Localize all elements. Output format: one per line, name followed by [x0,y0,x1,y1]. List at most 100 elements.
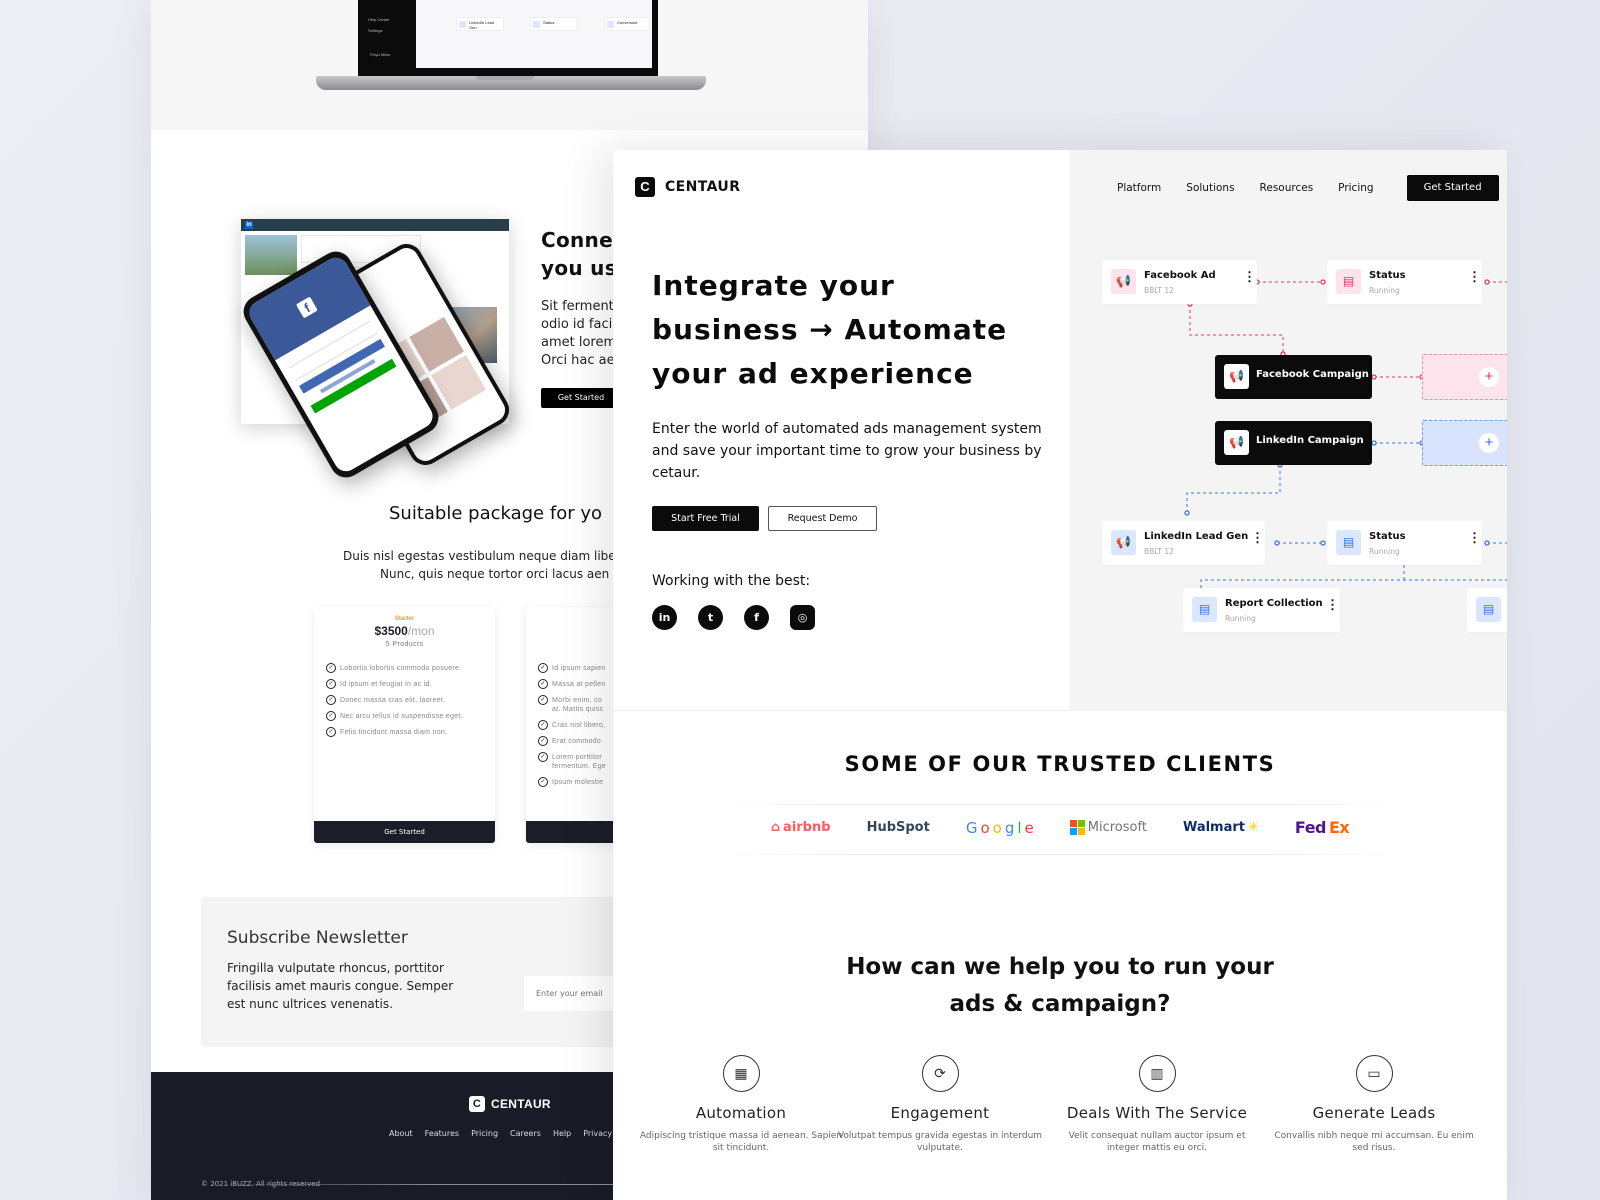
footer-link-about[interactable]: About [389,1129,413,1138]
check-circle-icon: ✓ [326,695,336,705]
footer-link-pricing[interactable]: Pricing [471,1129,498,1138]
more-options-icon[interactable]: ⋮ [1468,270,1481,283]
megaphone-icon: 📢 [1111,530,1136,555]
walmart-logo: Walmart ✳ [1182,820,1259,835]
check-circle-icon: ✓ [538,695,548,705]
more-options-icon[interactable]: ⋮ [1326,598,1339,611]
facebook-logo-icon: f [295,296,318,319]
airbnb-logo: ⌂ airbnb [770,820,831,835]
connect-get-started-button[interactable]: Get Started [541,388,621,408]
flow-node-status-2[interactable]: ▤ Status Running ⋮ [1327,521,1482,565]
feature-engagement: ⟳ Engagement Volutpat tempus gravida ege… [835,1055,1045,1154]
footer-link-help[interactable]: Help [553,1129,571,1138]
social-links: in t f ◎ [652,605,815,630]
plan-feature: ✓ Felis tincidunt massa diam non. [326,727,495,737]
plan-product-count: 5 Products [385,641,424,648]
status-icon: ▤ [1336,269,1361,294]
plan-get-started-button[interactable]: Get Started [314,821,495,843]
archive-icon: ▭ [1355,1055,1393,1092]
help-heading: How can we help you to run your ads & ca… [846,954,1274,1017]
footer-link-careers[interactable]: Careers [510,1129,541,1138]
megaphone-icon: 📢 [1224,430,1249,455]
request-demo-button[interactable]: Request Demo [768,506,877,531]
plan-feature: ✓ Lorem porttitor fermentum. Ege [538,752,608,771]
laptop-sidebar-item: Help Center [368,17,390,22]
newsletter-description: Fringilla vulputate rhoncus, porttitor f… [227,961,454,1011]
flow-node-status[interactable]: ▤ Status Running ⋮ [1327,260,1482,304]
plus-icon[interactable]: + [1479,367,1499,387]
add-step-slot-blue[interactable]: + [1422,420,1507,466]
linkedin-logo-icon: in [245,221,253,229]
laptop-sidebar: Help Center Settings Floyd Miles [358,0,416,70]
footer-copyright: © 2021 iBUZZ. All rights reserved [201,1180,321,1188]
plan-tier: Starter [394,616,415,622]
plan-feature: ✓ Lobortis lobortis commodo posuere. [326,663,495,673]
flow-node-status-3[interactable]: ▤ St Ru [1467,588,1507,632]
brand-logo[interactable]: C CENTAUR [635,177,740,197]
microsoft-icon [1069,820,1085,835]
centaur-logo-icon: C [469,1096,485,1112]
twitter-icon[interactable]: t [698,605,723,630]
flow-node-linkedin-lead-gen[interactable]: 📢 LinkedIn Lead Gen BBLT 12 ⋮ [1102,521,1265,565]
hero-description: Enter the world of automated ads managem… [652,421,1042,481]
microsoft-logo: Microsoft [1069,820,1147,835]
hero-divider [613,710,1507,711]
facebook-icon[interactable]: f [744,605,769,630]
more-options-icon[interactable]: ⋮ [1468,531,1481,544]
add-step-slot-pink[interactable]: + [1422,354,1507,400]
plan-price: $3500/mon [374,624,435,638]
flow-node-facebook-campaign[interactable]: 📢 Facebook Campaign [1215,355,1372,399]
footer-brand: C CENTAUR [469,1096,551,1112]
footer-links: About Features Pricing Careers Help Priv… [389,1129,612,1138]
clients-divider-top [713,804,1407,805]
newsletter-heading: Subscribe Newsletter [227,928,408,948]
feature-generate-leads: ▭ Generate Leads Convallis nibh neque mi… [1269,1055,1479,1154]
centaur-logo-icon: C [635,177,655,197]
plan-feature: ✓ Morbi enim, co at. Mattis quisc [538,695,608,714]
client-logos: ⌂ airbnb HubSpot Google Microsoft Walmart… [613,818,1507,837]
laptop-base [316,76,706,90]
walmart-spark-icon: ✳ [1248,820,1259,835]
flow-node-report-collection[interactable]: ▤ Report Collection Running ⋮ [1183,588,1340,632]
check-circle-icon: ✓ [538,663,548,673]
check-circle-icon: ✓ [538,720,548,730]
building-icon: ▦ [722,1055,760,1092]
linkedin-icon[interactable]: in [652,605,677,630]
pricing-card-starter: Starter $3500/mon 5 Products ✓ Lobortis l… [314,607,495,843]
more-options-icon[interactable]: ⋮ [1243,270,1256,283]
fedex-logo: Fed Ex [1294,818,1350,837]
feature-automation: ▦ Automation Adipiscing tristique massa … [636,1055,846,1154]
megaphone-icon: 📢 [1224,364,1249,389]
footer-link-privacy[interactable]: Privacy [583,1129,612,1138]
check-circle-icon: ✓ [326,727,336,737]
laptop-flow-node: Status [530,17,578,31]
laptop-screen: Help Center Settings Floyd Miles LinkedI… [358,0,658,78]
check-circle-icon: ✓ [538,679,548,689]
check-circle-icon: ✓ [538,752,548,762]
laptop-flow-node: Conversion [604,17,650,31]
check-circle-icon: ✓ [538,777,548,787]
plan-feature: ✓ Id ipsum et feugiat in ac id. [326,679,495,689]
plan-feature: ✓ Donec massa cras elit, laoreet. [326,695,495,705]
partners-label: Working with the best: [652,573,811,589]
plan-feature-list: ✓ Lobortis lobortis commodo posuere. ✓ Id … [326,663,495,737]
plus-icon[interactable]: + [1479,433,1499,453]
laptop-sidebar-item: Settings [368,28,383,33]
plan-feature: ✓ Nec arcu tellus id suspendisse eget. [326,711,495,721]
automation-flow-diagram: 📢 Facebook Ad BBLT 12 ⋮ ▤ Status Running… [1069,150,1507,710]
flow-node-linkedin-campaign[interactable]: 📢 LinkedIn Campaign [1215,421,1372,465]
start-free-trial-button[interactable]: Start Free Trial [652,506,759,531]
clients-divider-bottom [713,854,1407,855]
megaphone-icon [459,21,466,28]
check-circle-icon: ✓ [326,711,336,721]
instagram-icon[interactable]: ◎ [790,605,815,630]
more-options-icon[interactable]: ⋮ [1251,531,1264,544]
laptop-app-canvas: LinkedIn Lead Gen Status Conversion [416,0,652,68]
laptop-flow-node: LinkedIn Lead Gen [456,17,504,31]
laptop-section: Help Center Settings Floyd Miles LinkedI… [151,0,868,130]
check-circle-icon: ✓ [326,663,336,673]
check-circle-icon: ✓ [538,736,548,746]
flow-node-facebook-ad[interactable]: 📢 Facebook Ad BBLT 12 ⋮ [1102,260,1257,304]
footer-link-features[interactable]: Features [425,1129,459,1138]
barcode-icon: ▥ [1138,1055,1176,1092]
